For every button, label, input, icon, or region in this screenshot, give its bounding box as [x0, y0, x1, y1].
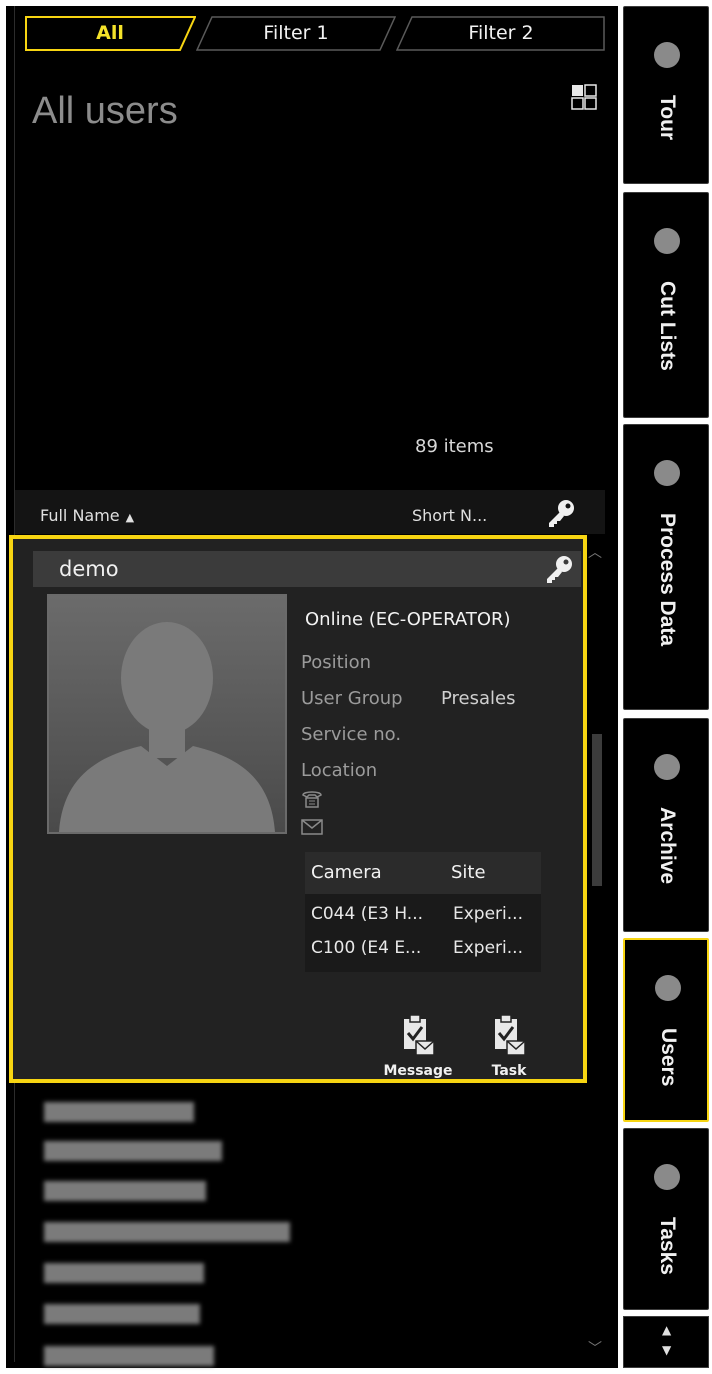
position-label: Position: [301, 652, 372, 673]
site-cell[interactable]: Experi...: [453, 904, 523, 924]
clipboard-task-icon: [495, 1014, 526, 1056]
user-group-label: User Group: [301, 688, 403, 709]
camera-table-header: Camera Site: [305, 852, 541, 894]
status-dot-icon: [654, 42, 680, 68]
camera-cell[interactable]: C044 (E3 H...: [311, 904, 423, 924]
column-full-name[interactable]: Full Name ▲: [40, 506, 134, 525]
message-button[interactable]: Message: [378, 1013, 458, 1083]
list-item[interactable]: [44, 1096, 204, 1126]
list-header: Full Name ▲ Short N...: [15, 490, 605, 534]
triangle-down-icon[interactable]: ▼: [662, 1343, 671, 1357]
side-tab-label: Cut Lists: [656, 281, 679, 371]
key-icon[interactable]: [545, 497, 577, 529]
scroll-thumb[interactable]: [592, 734, 602, 886]
item-count: 89 items: [415, 436, 494, 457]
side-tab-users[interactable]: Users: [623, 938, 709, 1122]
phone-icon: [301, 789, 323, 809]
chevron-up-icon[interactable]: ︿: [588, 542, 602, 562]
selected-user-card[interactable]: demo Online (EC-OPERATOR) Position User: [9, 535, 587, 1083]
list-item[interactable]: [44, 1175, 214, 1205]
column-short-name[interactable]: Short N...: [412, 506, 487, 525]
tab-filter-2-label: Filter 2: [468, 22, 534, 44]
camera-table: Camera Site C044 (E3 H... Experi... C100…: [305, 852, 541, 972]
side-tab-label: Tasks: [656, 1217, 679, 1275]
status-dot-icon: [654, 228, 680, 254]
avatar: [47, 594, 287, 834]
tab-all-label: All: [96, 22, 124, 44]
column-full-name-label: Full Name: [40, 506, 120, 525]
sort-ascending-icon: ▲: [125, 511, 135, 524]
message-button-label: Message: [383, 1063, 453, 1079]
side-tab-tasks[interactable]: Tasks: [623, 1128, 709, 1310]
clipboard-message-icon: [404, 1014, 435, 1056]
grid-view-icon[interactable]: [571, 84, 597, 110]
side-tab-bar: Tour Cut Lists Process Data Archive User…: [623, 6, 709, 1368]
side-tab-archive[interactable]: Archive: [623, 718, 709, 932]
chevron-down-icon[interactable]: ﹀: [588, 1338, 602, 1358]
side-tab-cut-lists[interactable]: Cut Lists: [623, 192, 709, 418]
user-status: Online (EC-OPERATOR): [305, 609, 511, 630]
list-item[interactable]: [44, 1216, 294, 1246]
tab-filter-2[interactable]: Filter 2: [396, 16, 606, 51]
list-item[interactable]: [44, 1298, 214, 1328]
side-tab-label: Process Data: [656, 513, 679, 647]
key-icon[interactable]: [543, 553, 575, 585]
task-button[interactable]: Task: [469, 1013, 549, 1083]
user-name-bar: demo: [33, 551, 581, 587]
page-title: All users: [32, 90, 178, 132]
list-item[interactable]: [44, 1257, 214, 1287]
status-dot-icon: [655, 975, 681, 1001]
camera-column-header[interactable]: Camera: [311, 862, 382, 883]
service-no-label: Service no.: [301, 724, 402, 745]
user-group-value: Presales: [441, 688, 516, 709]
tab-filter-1[interactable]: Filter 1: [196, 16, 396, 51]
user-name: demo: [59, 557, 119, 581]
list-item[interactable]: [44, 1340, 224, 1370]
site-cell[interactable]: Experi...: [453, 938, 523, 958]
location-label: Location: [301, 760, 378, 781]
side-tab-label: Tour: [656, 95, 679, 141]
status-dot-icon: [654, 1164, 680, 1190]
site-column-header[interactable]: Site: [451, 862, 486, 883]
task-button-label: Task: [491, 1063, 527, 1079]
tab-filter-1-label: Filter 1: [263, 22, 329, 44]
side-tab-label: Users: [657, 1028, 680, 1087]
status-dot-icon: [654, 460, 680, 486]
list-scrollbar[interactable]: ︿ ﹀: [584, 538, 608, 1360]
side-tab-tour[interactable]: Tour: [623, 6, 709, 184]
tab-all[interactable]: All: [24, 16, 196, 51]
triangle-up-icon[interactable]: ▲: [662, 1323, 671, 1337]
side-tab-scroller: ▲ ▼: [623, 1316, 709, 1368]
side-tab-label: Archive: [656, 807, 679, 885]
side-tab-process-data[interactable]: Process Data: [623, 424, 709, 710]
list-item[interactable]: [44, 1135, 224, 1165]
status-dot-icon: [654, 754, 680, 780]
camera-cell[interactable]: C100 (E4 E...: [311, 938, 421, 958]
mail-icon: [301, 819, 323, 835]
